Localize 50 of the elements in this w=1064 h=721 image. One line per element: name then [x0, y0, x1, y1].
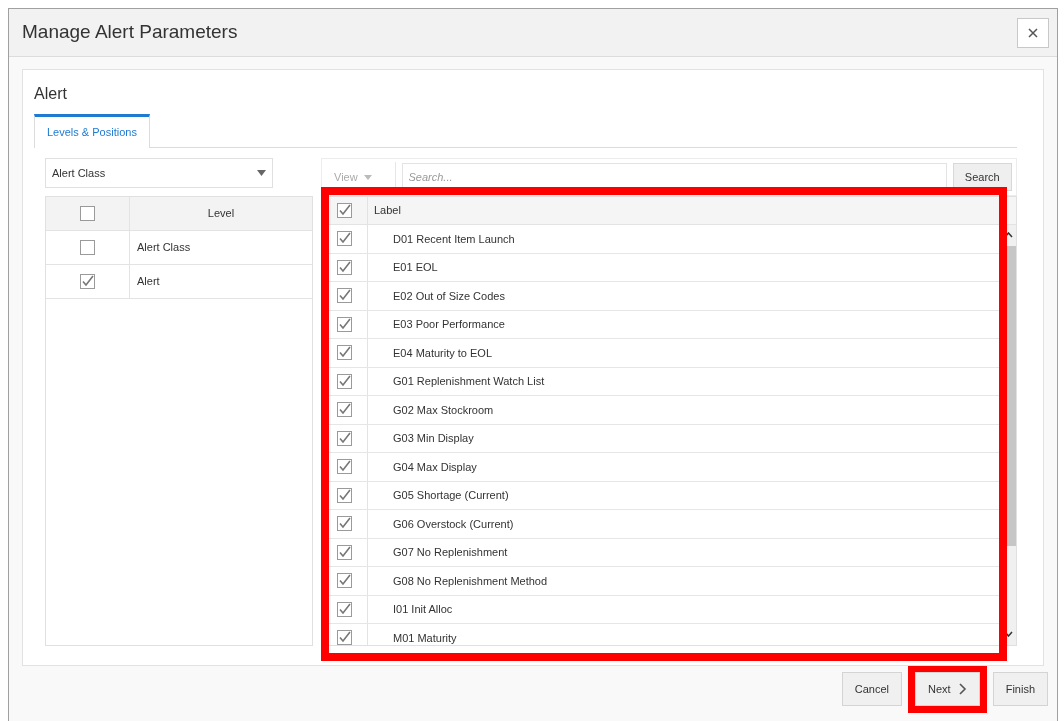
- label-cell-text: G06 Overstock (Current): [392, 516, 514, 532]
- tab[interactable]: Levels & Positions: [34, 114, 150, 148]
- checked-checkbox[interactable]: [337, 203, 352, 218]
- label-cell-text: G03 Min Display: [392, 431, 474, 446]
- level-cell-text: Alert Class: [136, 240, 192, 256]
- checked-checkbox[interactable]: [337, 373, 352, 389]
- checked-checkbox[interactable]: [337, 288, 352, 304]
- label-cell-text: E01 EOL: [392, 260, 438, 275]
- level-cell-text: Alert: [136, 274, 161, 290]
- label-cell-text: G02 Max Stockroom: [392, 402, 494, 418]
- label-cell-text: I01 Init Alloc: [392, 602, 453, 617]
- label-cell-text: G04 Max Display: [392, 459, 477, 475]
- label-cell-text: E03 Poor Performance: [392, 317, 505, 332]
- checkbox[interactable]: [80, 206, 95, 221]
- label-cell-text: G05 Shortage (Current): [392, 488, 509, 503]
- label-cell-text: E02 Out of Size Codes: [392, 288, 505, 304]
- close-icon: [1028, 27, 1038, 38]
- label-cell-text: M01 Maturity: [392, 630, 457, 645]
- label-cell-text: G07 No Replenishment: [392, 545, 508, 560]
- label-cell-text: D01 Recent Item Launch: [392, 231, 515, 247]
- checked-checkbox[interactable]: [337, 430, 352, 446]
- caret-icon: [363, 174, 372, 180]
- chevron-right-icon: [958, 683, 967, 695]
- checked-checkbox[interactable]: [337, 316, 352, 332]
- label-cell-text: G08 No Replenishment Method: [392, 573, 548, 589]
- checked-checkbox[interactable]: [337, 459, 352, 475]
- column-header: Level: [206, 206, 236, 222]
- footer-button[interactable]: Cancel: [841, 672, 903, 706]
- checked-checkbox[interactable]: [337, 231, 352, 247]
- section-title: Alert: [34, 84, 68, 104]
- caret-icon: [257, 170, 266, 176]
- checked-checkbox[interactable]: [337, 544, 352, 560]
- close-button[interactable]: [1017, 17, 1049, 48]
- label-cell-text: E04 Maturity to EOL: [392, 345, 493, 361]
- column-header: Label: [373, 203, 401, 219]
- window-title: Manage Alert Parameters: [22, 20, 238, 45]
- checked-checkbox[interactable]: [337, 573, 352, 589]
- label-cell-text: G01 Replenishment Watch List: [392, 374, 545, 389]
- next-button[interactable]: Next: [915, 672, 980, 706]
- checked-checkbox[interactable]: [337, 345, 352, 361]
- checkbox[interactable]: [80, 240, 95, 255]
- checked-checkbox[interactable]: [337, 402, 352, 418]
- checked-checkbox[interactable]: [337, 630, 352, 645]
- checked-checkbox[interactable]: [337, 516, 352, 532]
- checked-checkbox[interactable]: [337, 259, 352, 275]
- checked-checkbox[interactable]: [337, 487, 352, 503]
- level-dropdown[interactable]: Alert Class: [45, 158, 273, 188]
- checked-checkbox[interactable]: [80, 274, 95, 289]
- footer-button[interactable]: Finish: [992, 672, 1048, 706]
- checked-checkbox[interactable]: [337, 601, 352, 617]
